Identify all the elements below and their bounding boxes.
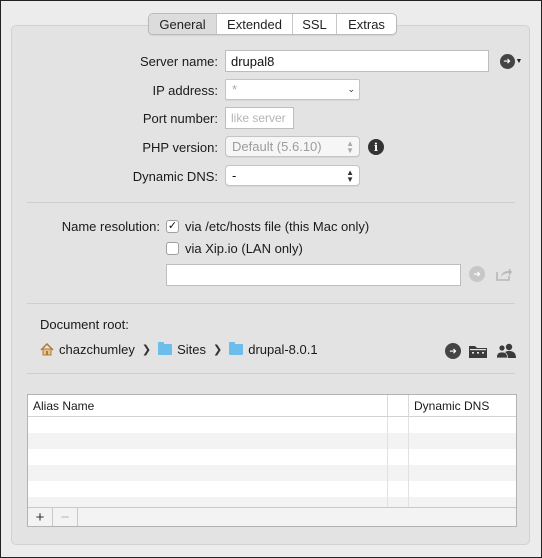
ip-address-value: * — [232, 82, 238, 97]
document-root-label: Document root: — [40, 317, 129, 332]
permissions-button[interactable] — [495, 342, 517, 360]
table-row — [28, 433, 516, 449]
hosts-file-label: via /etc/hosts file (this Mac only) — [185, 219, 370, 234]
path-item-label: Sites — [177, 342, 206, 357]
path-item-label: chazchumley — [59, 342, 135, 357]
column-header-alias-name[interactable]: Alias Name — [28, 395, 388, 416]
arrow-right-circle-icon: ➜ — [469, 266, 485, 282]
updown-arrows-icon: ▲ ▼ — [346, 138, 354, 155]
table-footer: + − — [28, 507, 516, 526]
updown-arrows-icon: ▲ ▼ — [346, 167, 354, 184]
hosts-file-checkbox[interactable]: ✓ — [166, 220, 179, 233]
chevron-right-icon: ❯ — [141, 344, 152, 356]
tab-extras[interactable]: Extras — [336, 14, 396, 34]
ip-address-label: IP address: — [152, 83, 218, 98]
path-item-drupal[interactable]: drupal-8.0.1 — [229, 342, 318, 357]
arrow-right-circle-icon: ➜ — [499, 53, 515, 69]
path-item-home[interactable]: chazchumley — [40, 342, 135, 357]
tab-general[interactable]: General — [149, 14, 216, 34]
remove-alias-button[interactable]: − — [53, 508, 78, 526]
table-row — [28, 481, 516, 497]
document-root-path: chazchumley ❯ Sites ❯ drupal-8.0.1 — [40, 342, 318, 357]
open-document-root-button[interactable]: ➜ — [445, 343, 461, 359]
folder-icon — [229, 342, 244, 355]
alias-table[interactable]: Alias Name Dynamic DNS + − — [27, 394, 517, 527]
home-icon — [40, 343, 54, 356]
choose-folder-button[interactable] — [467, 342, 489, 360]
open-folder-icon — [469, 346, 487, 358]
open-url-button[interactable]: ➜ — [469, 266, 485, 282]
port-number-field[interactable] — [225, 107, 294, 129]
tab-bar: General Extended SSL Extras — [148, 13, 397, 35]
chevron-down-icon: ⌄ — [347, 84, 355, 94]
table-row — [28, 449, 516, 465]
hosts-file-option[interactable]: ✓ via /etc/hosts file (this Mac only) — [166, 219, 369, 234]
dynamic-dns-popup[interactable]: - ▲ ▼ — [225, 165, 360, 186]
chevron-down-icon: ▼ — [515, 57, 523, 65]
share-url-button[interactable] — [495, 266, 513, 282]
add-alias-button[interactable]: + — [28, 508, 53, 526]
php-version-value: Default (5.6.10) — [232, 139, 322, 154]
arrow-right-circle-icon: ➜ — [445, 343, 461, 359]
column-header-spacer — [388, 395, 409, 416]
table-row — [28, 465, 516, 481]
xip-url-field[interactable] — [166, 264, 461, 286]
dynamic-dns-value: - — [232, 168, 237, 183]
table-body — [28, 417, 516, 513]
divider — [27, 202, 515, 203]
info-icon: i — [368, 139, 384, 155]
xip-checkbox[interactable] — [166, 242, 179, 255]
table-row — [28, 417, 516, 433]
xip-option[interactable]: via Xip.io (LAN only) — [166, 241, 303, 256]
share-icon — [495, 268, 512, 281]
port-number-label: Port number: — [142, 111, 218, 126]
php-version-popup[interactable]: Default (5.6.10) ▲ ▼ — [225, 136, 360, 157]
folder-icon — [158, 342, 173, 355]
chevron-right-icon: ❯ — [213, 344, 223, 356]
server-actions-button[interactable]: ➜ ▼ — [498, 52, 524, 70]
server-name-field[interactable] — [225, 50, 489, 72]
php-version-label: PHP version: — [142, 140, 218, 155]
xip-label: via Xip.io (LAN only) — [185, 241, 303, 256]
name-resolution-label: Name resolution: — [61, 219, 160, 234]
tab-ssl[interactable]: SSL — [292, 14, 336, 34]
php-info-button[interactable]: i — [368, 139, 384, 155]
column-header-dynamic-dns[interactable]: Dynamic DNS — [409, 395, 516, 416]
path-item-sites[interactable]: Sites — [158, 342, 206, 357]
divider — [27, 303, 515, 304]
tab-extended[interactable]: Extended — [216, 14, 292, 34]
users-icon — [495, 343, 516, 359]
ip-address-combo[interactable]: * ⌄ — [225, 79, 360, 100]
table-header: Alias Name Dynamic DNS — [28, 395, 516, 417]
server-name-label: Server name: — [139, 54, 218, 69]
path-item-label: drupal-8.0.1 — [248, 342, 318, 357]
dynamic-dns-label: Dynamic DNS: — [132, 169, 218, 184]
divider — [27, 373, 515, 374]
